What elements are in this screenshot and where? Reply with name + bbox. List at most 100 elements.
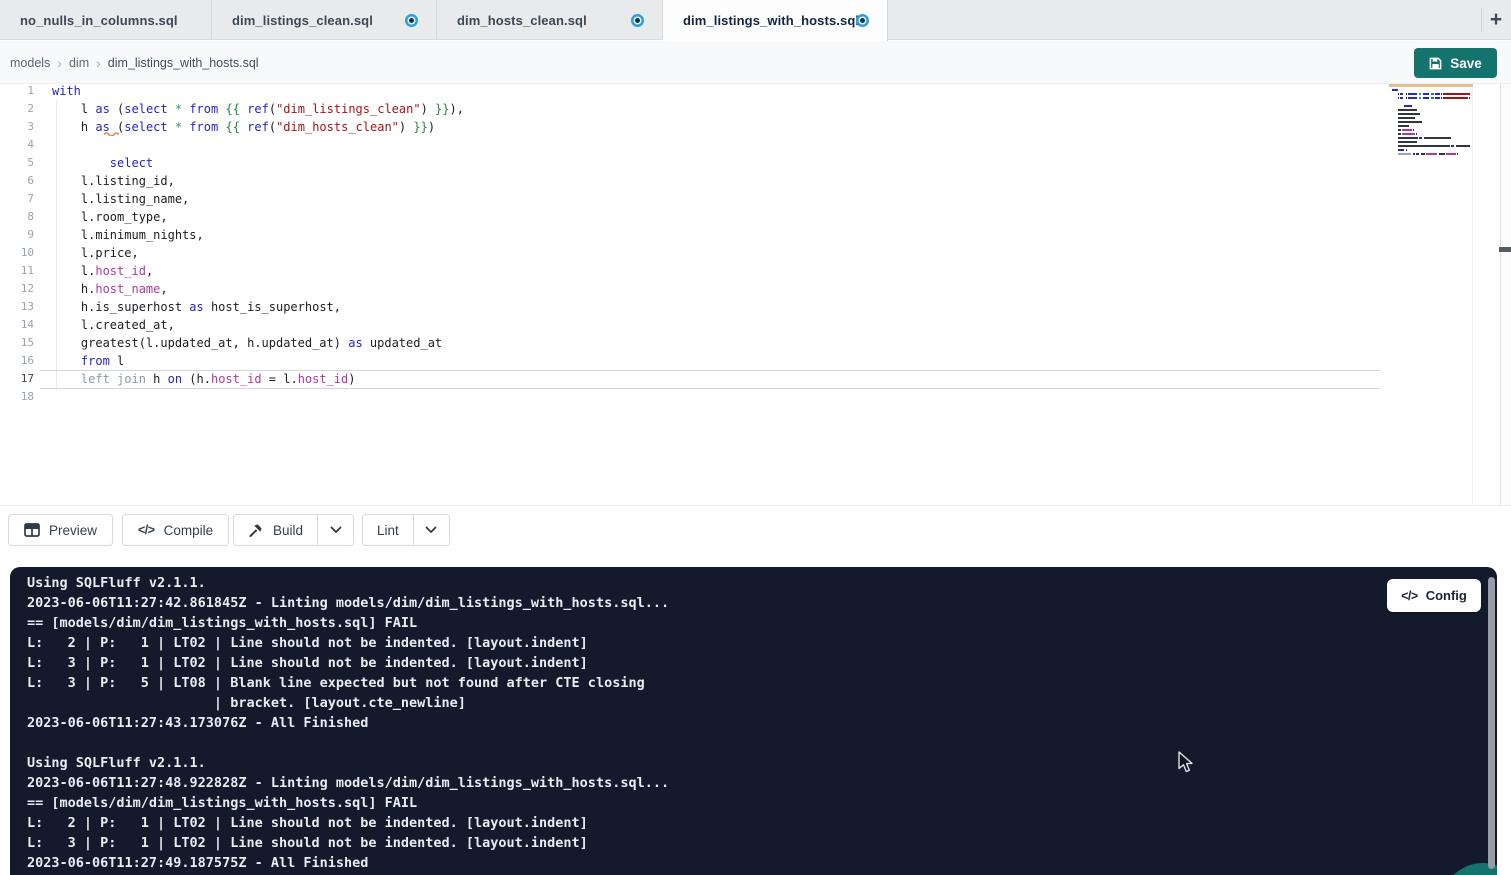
terminal-scrollbar[interactable]: [1488, 577, 1495, 869]
minimap-bar: [1398, 125, 1410, 127]
save-button[interactable]: Save: [1414, 48, 1497, 78]
action-toolbar: Preview </> Compile Build Lint: [0, 505, 1511, 549]
breadcrumb-item[interactable]: dim: [69, 56, 89, 70]
code-token: ref: [247, 102, 269, 116]
editor-gutter: 123456789101112131415161718: [0, 82, 34, 406]
build-dropdown-caret[interactable]: [317, 515, 353, 545]
code-token: ): [399, 120, 413, 134]
terminal-line: == [models/dim/dim_listings_with_hosts.s…: [27, 613, 669, 633]
lint-dropdown-caret[interactable]: [413, 515, 449, 545]
code-token: *: [175, 102, 182, 116]
code-token: {{: [225, 120, 247, 134]
minimap[interactable]: [1389, 84, 1472, 505]
line-number: 15: [0, 334, 34, 352]
minimap-bar: [1435, 93, 1439, 95]
config-button[interactable]: </> Config: [1387, 579, 1481, 612]
chevron-down-icon: [330, 526, 342, 534]
minimap-line: [1392, 141, 1472, 143]
code-line[interactable]: h.host_name,: [52, 280, 1371, 298]
code-line[interactable]: h.is_superhost as host_is_superhost,: [52, 298, 1371, 316]
right-edge-divider: [1500, 84, 1501, 508]
file-tab[interactable]: no_nulls_in_columns.sql: [0, 0, 212, 40]
terminal-line: [27, 733, 669, 753]
editor-code-area[interactable]: with l as (select * from {{ ref("dim_lis…: [52, 82, 1371, 406]
code-line[interactable]: left join h on (h.host_id = l.host_id): [52, 370, 1371, 388]
code-line[interactable]: l.minimum_nights,: [52, 226, 1371, 244]
build-button-group: Build: [233, 514, 354, 546]
save-floppy-icon: [1429, 57, 1442, 70]
code-token: h.: [52, 282, 95, 296]
minimap-bar: [1424, 137, 1450, 139]
code-token: [52, 156, 110, 170]
code-line[interactable]: from l: [52, 352, 1371, 370]
minimap-bar: [1392, 89, 1398, 91]
new-file-button[interactable]: +: [1483, 6, 1509, 34]
file-tab-label: dim_hosts_clean.sql: [457, 13, 587, 28]
unsaved-changes-dot: [856, 14, 869, 27]
preview-button[interactable]: Preview: [8, 514, 113, 546]
minimap-bar: [1441, 97, 1442, 99]
window-scroll-strip: [1501, 84, 1511, 508]
code-token: greatest(l.updated_at, h.updated_at): [52, 336, 348, 350]
minimap-line: [1392, 153, 1472, 155]
code-line[interactable]: l.created_at,: [52, 316, 1371, 334]
line-number: 12: [0, 280, 34, 298]
code-line[interactable]: l.room_type,: [52, 208, 1371, 226]
minimap-line: [1392, 113, 1472, 115]
minimap-bar: [1419, 93, 1420, 95]
terminal-line: 2023-06-06T11:27:42.861845Z - Linting mo…: [27, 593, 669, 613]
minimap-bar: [1423, 97, 1429, 99]
minimap-bar: [1413, 153, 1414, 155]
code-token: as: [189, 300, 203, 314]
minimap-line: [1392, 97, 1472, 99]
code-line[interactable]: l.price,: [52, 244, 1371, 262]
terminal-line: 2023-06-06T11:27:43.173076Z - All Finish…: [27, 713, 669, 733]
minimap-bar: [1441, 93, 1442, 95]
unsaved-changes-dot: [631, 14, 644, 27]
breadcrumb-item[interactable]: dim_listings_with_hosts.sql: [108, 56, 259, 70]
terminal-line: 2023-06-06T11:27:48.922828Z - Linting mo…: [27, 773, 669, 793]
code-line[interactable]: select: [52, 154, 1371, 172]
code-editor[interactable]: 123456789101112131415161718 with l as (s…: [0, 84, 1511, 505]
file-tab[interactable]: dim_listings_with_hosts.sql: [663, 0, 888, 41]
minimap-bar: [1398, 117, 1415, 119]
code-line[interactable]: [52, 388, 1371, 406]
code-token: select: [110, 156, 153, 170]
code-token: ): [348, 372, 355, 386]
code-line[interactable]: l.host_id,: [52, 262, 1371, 280]
minimap-bar: [1402, 129, 1412, 131]
build-button[interactable]: Build: [234, 515, 317, 545]
code-line[interactable]: greatest(l.updated_at, h.updated_at) as …: [52, 334, 1371, 352]
code-token: select: [124, 120, 167, 134]
code-line[interactable]: l.listing_name,: [52, 190, 1371, 208]
compile-button[interactable]: </> Compile: [122, 514, 229, 546]
minimap-line: [1392, 137, 1472, 139]
breadcrumb-item[interactable]: models: [10, 56, 50, 70]
minimap-line: [1392, 133, 1472, 135]
file-tab-bar: no_nulls_in_columns.sqldim_listings_clea…: [0, 0, 1511, 40]
minimap-bar: [1419, 137, 1422, 139]
preview-table-icon: [24, 523, 40, 537]
minimap-bar: [1419, 97, 1420, 99]
code-line[interactable]: with: [52, 82, 1371, 100]
code-token: [168, 120, 175, 134]
file-tab[interactable]: dim_listings_clean.sql: [212, 0, 437, 40]
code-token: l.minimum_nights,: [52, 228, 204, 242]
code-token: *: [175, 120, 182, 134]
code-line[interactable]: l.listing_id,: [52, 172, 1371, 190]
terminal-line: 2023-06-06T11:27:49.187575Z - All Finish…: [27, 853, 669, 873]
minimap-bar: [1398, 93, 1399, 95]
lint-button[interactable]: Lint: [363, 515, 413, 545]
code-token: left join: [81, 372, 146, 386]
code-token: (: [110, 120, 124, 134]
minimap-bar: [1398, 145, 1450, 147]
terminal-line: L: 2 | P: 1 | LT02 | Line should not be …: [27, 633, 669, 653]
terminal-line: L: 3 | P: 1 | LT02 | Line should not be …: [27, 833, 669, 853]
scroll-position-marker[interactable]: [1499, 247, 1511, 252]
code-line[interactable]: h as (select * from {{ ref("dim_hosts_cl…: [52, 118, 1371, 136]
code-line[interactable]: [52, 136, 1371, 154]
breadcrumb-separator: ›: [57, 55, 62, 71]
code-line[interactable]: l as (select * from {{ ref("dim_listings…: [52, 100, 1371, 118]
file-tab[interactable]: dim_hosts_clean.sql: [437, 0, 663, 40]
code-token: host_id: [95, 264, 146, 278]
